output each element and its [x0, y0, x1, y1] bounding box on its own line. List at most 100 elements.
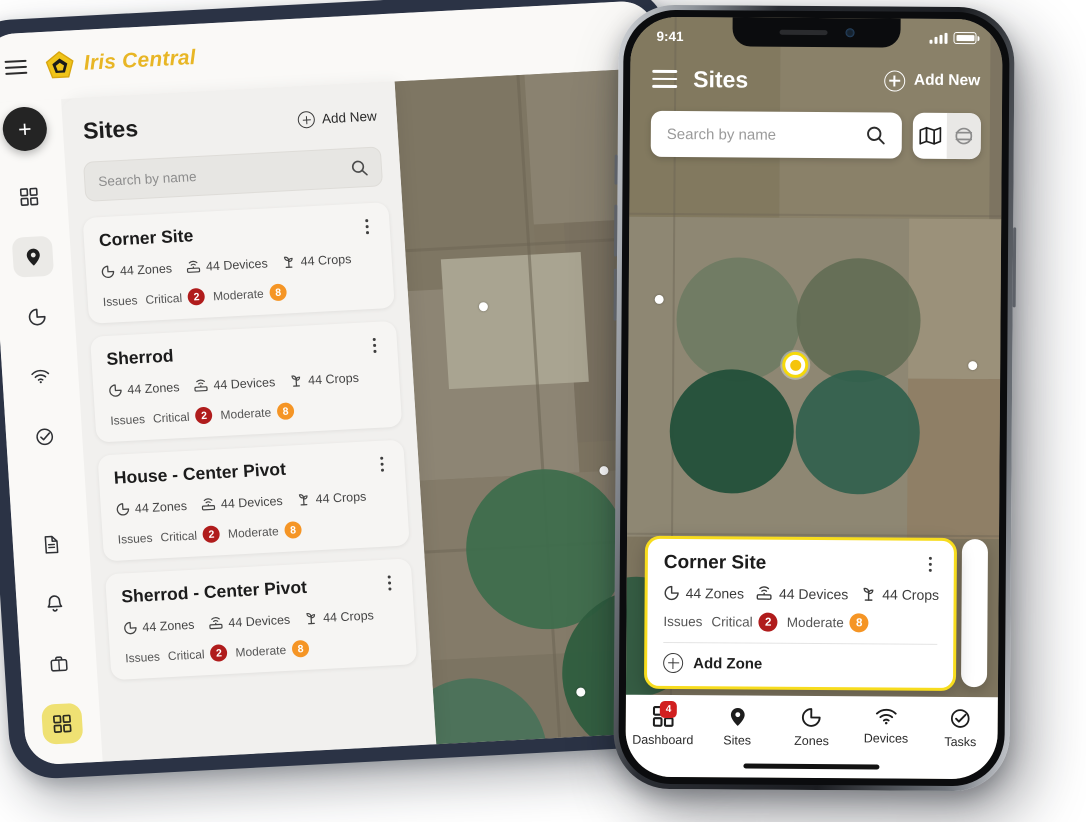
map-site-dot[interactable]: [654, 294, 664, 304]
site-name: Corner Site: [98, 225, 194, 251]
issues-label: Issues: [109, 411, 146, 428]
panel-header: Sites Add New: [76, 98, 384, 145]
page-title: Sites: [693, 65, 749, 93]
search-input[interactable]: [666, 125, 866, 144]
nav-item-sites[interactable]: Sites: [704, 706, 770, 748]
search-bar[interactable]: [83, 146, 384, 202]
pie-zones-icon: [109, 383, 122, 397]
add-new-label: Add New: [321, 108, 378, 127]
moderate-badge: 8: [849, 613, 869, 633]
layers-view-toggle[interactable]: [946, 112, 981, 160]
add-new-button[interactable]: Add New: [883, 69, 980, 92]
router-devices-icon: [201, 498, 216, 511]
sidebar-item-sites[interactable]: [11, 235, 55, 278]
stat-crops: 44 Crops: [281, 251, 352, 270]
map-view-toggle[interactable]: [913, 113, 947, 159]
add-new-button[interactable]: Add New: [297, 108, 378, 129]
hamburger-menu-icon[interactable]: [4, 59, 28, 75]
stat-crops-label: 44 Crops: [882, 585, 940, 603]
add-zone-button[interactable]: Add Zone: [663, 643, 937, 677]
nav-item-devices[interactable]: Devices: [853, 707, 919, 746]
nav-item-tasks[interactable]: Tasks: [927, 708, 993, 749]
site-card[interactable]: Sherrod - Center Pivot 44 Zones 44 Devic…: [104, 558, 418, 681]
sidebar-item-tasks[interactable]: [23, 415, 65, 457]
card-menu-button[interactable]: [374, 453, 390, 475]
search-icon[interactable]: [866, 125, 886, 145]
phone-search-row: [630, 110, 1002, 160]
pentagon-logo-icon: [45, 51, 74, 79]
phone-volume-up-button[interactable]: [613, 204, 618, 257]
nav-item-zones[interactable]: Zones: [779, 707, 845, 748]
sidebar-item-zones[interactable]: [15, 296, 57, 338]
location-pin-icon: [730, 707, 745, 726]
card-issues: Issues Critical 2 Moderate 8: [110, 397, 387, 428]
card-issues: Issues Critical 2 Moderate 8: [663, 612, 937, 633]
add-fab-button[interactable]: +: [1, 105, 49, 153]
phone-bezel: 9:41 Sites Add New Search by name Corner…: [618, 9, 1010, 787]
grid-dashboard-icon: [19, 187, 39, 206]
critical-chip: Critical 2: [167, 644, 229, 664]
card-menu-button[interactable]: [381, 572, 397, 594]
phone-mute-button[interactable]: [614, 154, 618, 185]
card-issues: Issues Critical 2 Moderate 8: [102, 279, 379, 310]
map-selected-marker[interactable]: [782, 351, 809, 378]
sidebar-item-reports[interactable]: [30, 523, 72, 565]
home-indicator[interactable]: [743, 763, 880, 770]
site-card[interactable]: House - Center Pivot 44 Zones 44 Devices…: [97, 439, 410, 562]
search-input[interactable]: [97, 160, 352, 189]
nav-label: Tasks: [944, 734, 977, 750]
phone-power-button[interactable]: [1012, 227, 1017, 308]
plus-circle-icon: [663, 652, 684, 674]
stat-zones-label: 44 Zones: [134, 498, 188, 516]
nav-item-dashboard[interactable]: 4 Dashboard: [630, 700, 696, 747]
site-card[interactable]: Corner Site 44 Zones 44 Devices 44 Crops…: [82, 202, 395, 324]
hamburger-menu-icon[interactable]: [652, 69, 678, 88]
issues-label: Issues: [117, 530, 153, 547]
site-name: Corner Site: [663, 551, 767, 574]
critical-badge: 2: [195, 406, 214, 425]
next-site-card-peek[interactable]: [960, 539, 989, 688]
site-card[interactable]: Sherrod 44 Zones 44 Devices 44 Crops Iss…: [90, 320, 403, 443]
map-pivot-circle: [795, 369, 921, 495]
card-stats: 44 Zones 44 Devices 44 Crops: [100, 250, 377, 279]
card-menu-button[interactable]: [359, 216, 375, 238]
mockup-stage: Iris Central + Sites Add New Search by n…: [0, 0, 1086, 822]
signal-bars-icon: [929, 32, 948, 44]
stat-crops: 44 Crops: [296, 489, 367, 508]
card-header: Sherrod - Center Pivot: [121, 572, 398, 607]
crop-plant-icon: [306, 612, 316, 625]
map-pivot-circle: [796, 257, 921, 383]
check-circle-tasks-icon: [951, 709, 970, 728]
stat-zones: 44 Zones: [123, 617, 195, 635]
sidebar-item-notifications[interactable]: [33, 583, 75, 625]
map-icon: [918, 126, 941, 145]
pie-zones-icon: [664, 585, 679, 600]
critical-badge: 2: [758, 612, 778, 632]
status-indicators: [929, 32, 977, 44]
moderate-chip: Moderate 8: [220, 402, 295, 423]
search-icon[interactable]: [350, 159, 368, 177]
card-menu-button[interactable]: [366, 335, 382, 357]
moderate-label: Moderate: [786, 614, 844, 631]
map-parcel: [440, 252, 589, 390]
tablet-body: + Sites Add New Search by name Corner Si…: [0, 67, 700, 766]
sidebar-item-devices[interactable]: [19, 355, 61, 397]
pie-zones-icon: [802, 708, 822, 727]
phone-device: 9:41 Sites Add New Search by name Corner…: [613, 4, 1017, 792]
sidebar-item-apps[interactable]: [41, 702, 84, 745]
card-menu-button[interactable]: [923, 554, 938, 575]
stat-devices-label: 44 Devices: [205, 255, 269, 274]
sidebar-item-business[interactable]: [37, 643, 79, 685]
phone-volume-down-button[interactable]: [613, 268, 617, 321]
map-parcel: [908, 218, 1003, 380]
stat-devices: 44 Devices: [756, 585, 848, 602]
moderate-label: Moderate: [227, 523, 280, 541]
stat-zones-label: 44 Zones: [685, 584, 745, 602]
layers-icon: [955, 127, 973, 145]
search-bar[interactable]: [650, 110, 902, 159]
selected-site-card[interactable]: Corner Site 44 Zones 44 Devices 44 Crops…: [643, 535, 958, 691]
moderate-label: Moderate: [220, 404, 272, 422]
stat-crops: 44 Crops: [289, 370, 360, 389]
sidebar-item-dashboard[interactable]: [8, 176, 50, 218]
map-site-dot[interactable]: [968, 361, 978, 371]
